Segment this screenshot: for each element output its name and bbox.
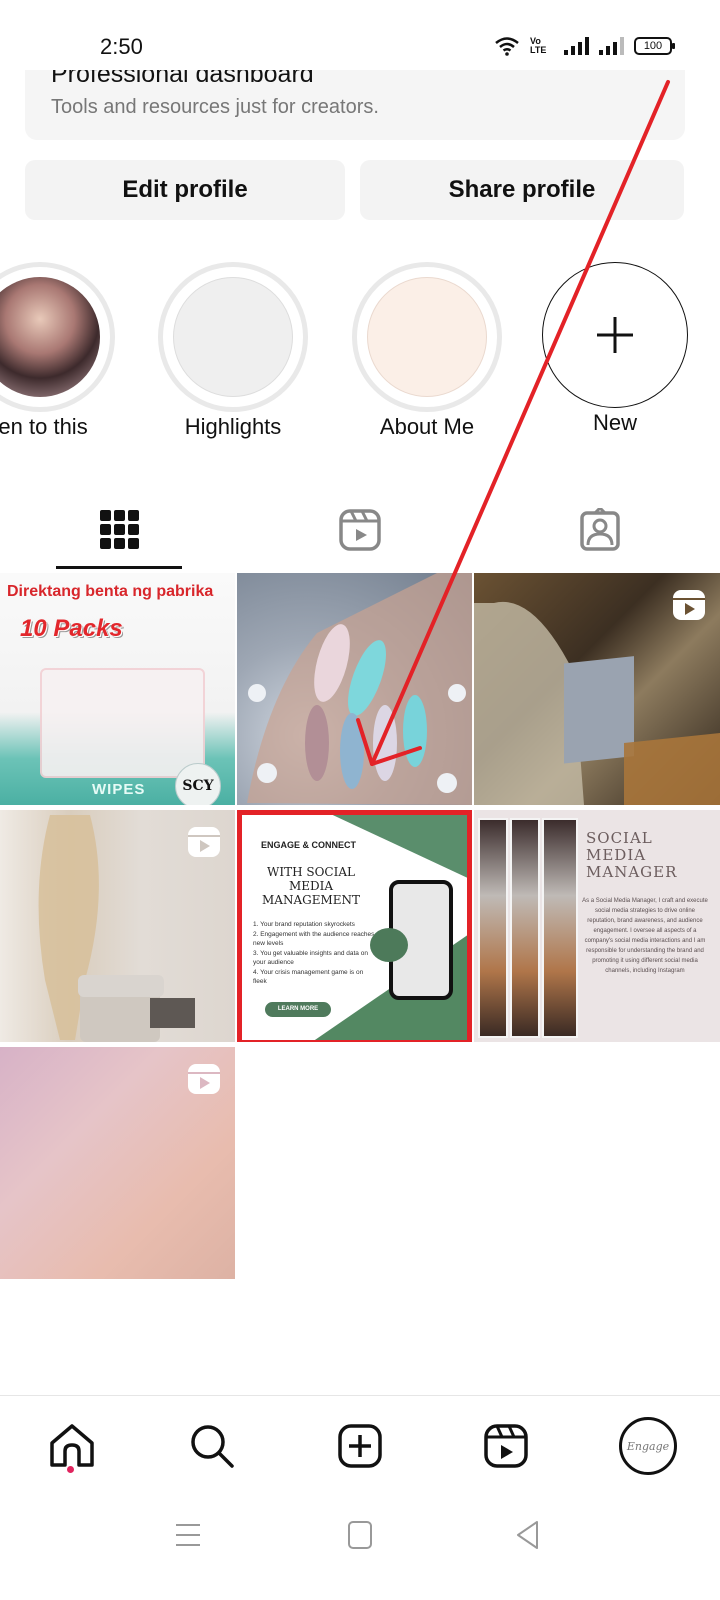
plus-icon bbox=[597, 317, 633, 353]
selection-highlight-box bbox=[237, 810, 472, 1042]
system-home-button[interactable] bbox=[340, 1515, 380, 1555]
product-text: WIPES bbox=[92, 781, 146, 798]
status-bar: 2:50 Vo LTE 100 bbox=[0, 0, 720, 70]
reels-icon bbox=[484, 1424, 528, 1468]
nav-search[interactable] bbox=[182, 1416, 242, 1476]
profile-tabs bbox=[0, 490, 720, 570]
signal-icon-sim1 bbox=[564, 37, 589, 55]
share-profile-button[interactable]: Share profile bbox=[360, 160, 684, 220]
tab-reels[interactable] bbox=[240, 490, 480, 570]
highlight-label: ten to this bbox=[0, 414, 88, 439]
reel-tile[interactable] bbox=[0, 810, 235, 1042]
reel-badge-icon bbox=[188, 827, 220, 857]
back-triangle-icon bbox=[517, 1521, 538, 1549]
reel-tile[interactable] bbox=[474, 573, 720, 805]
tagged-person-icon bbox=[580, 508, 620, 551]
nav-reels[interactable] bbox=[476, 1416, 536, 1476]
highlight-item[interactable]: About Me bbox=[352, 262, 502, 440]
reels-icon bbox=[339, 509, 381, 551]
post-tile[interactable]: SOCIAL MEDIA MANAGER As a Social Media M… bbox=[474, 810, 720, 1042]
system-nav-bar bbox=[0, 1500, 720, 1600]
reel-badge-icon bbox=[673, 590, 705, 620]
profile-avatar: Engage bbox=[619, 1417, 677, 1475]
system-menu-button[interactable] bbox=[168, 1515, 208, 1555]
highlight-item[interactable]: ten to this bbox=[0, 262, 115, 440]
menu-icon bbox=[176, 1524, 200, 1546]
battery-icon: 100 bbox=[634, 37, 675, 55]
reel-badge-icon bbox=[188, 1064, 220, 1094]
post-tile[interactable]: Direktang benta ng pabrika 10 Packs WIPE… bbox=[0, 573, 235, 805]
highlight-label: Highlights bbox=[184, 414, 282, 439]
wifi-icon bbox=[495, 37, 519, 56]
active-tab-indicator bbox=[56, 566, 182, 569]
highlight-label: About Me bbox=[379, 414, 475, 439]
system-back-button[interactable] bbox=[508, 1515, 548, 1555]
nav-profile[interactable]: Engage bbox=[618, 1416, 678, 1476]
edit-profile-button[interactable]: Edit profile bbox=[25, 160, 345, 220]
status-time: 2:50 bbox=[100, 34, 143, 59]
bottom-nav: Engage bbox=[0, 1396, 720, 1496]
signal-icon-sim2 bbox=[599, 37, 624, 55]
highlight-cover bbox=[173, 277, 293, 397]
post-body: As a Social Media Manager, I craft and e… bbox=[582, 898, 708, 974]
create-post-icon bbox=[338, 1424, 382, 1468]
grid-icon bbox=[100, 510, 139, 549]
post-tile[interactable] bbox=[237, 573, 472, 805]
nav-create[interactable] bbox=[330, 1416, 390, 1476]
highlight-label: New bbox=[592, 410, 637, 435]
pro-dashboard-subtitle: Tools and resources just for creators. bbox=[51, 96, 379, 118]
post-title: SOCIAL MEDIA MANAGER bbox=[586, 829, 678, 881]
new-highlight-button[interactable]: New bbox=[540, 262, 690, 436]
search-icon bbox=[191, 1425, 234, 1468]
notification-dot bbox=[67, 1466, 74, 1473]
highlight-cover bbox=[0, 277, 100, 397]
status-icons: Vo LTE 100 bbox=[494, 36, 675, 56]
nail-art-image bbox=[247, 573, 472, 805]
brand-logo: SCY bbox=[175, 763, 221, 805]
reel-tile[interactable] bbox=[0, 1047, 235, 1279]
volte-icon: Vo LTE bbox=[530, 36, 547, 55]
highlight-item[interactable]: Highlights bbox=[158, 262, 308, 440]
highlight-cover bbox=[367, 277, 487, 397]
post-headline: Direktang benta ng pabrika bbox=[7, 583, 214, 600]
post-subheadline: 10 Packs bbox=[20, 615, 123, 642]
tab-posts-grid[interactable] bbox=[0, 490, 240, 570]
post-tile-selected[interactable]: ENGAGE & CONNECT WITH SOCIAL MEDIA MANAG… bbox=[237, 810, 472, 1042]
home-icon bbox=[50, 1424, 94, 1467]
tab-tagged[interactable] bbox=[480, 490, 720, 570]
wipes-package bbox=[40, 668, 205, 778]
square-home-icon bbox=[348, 1521, 372, 1549]
